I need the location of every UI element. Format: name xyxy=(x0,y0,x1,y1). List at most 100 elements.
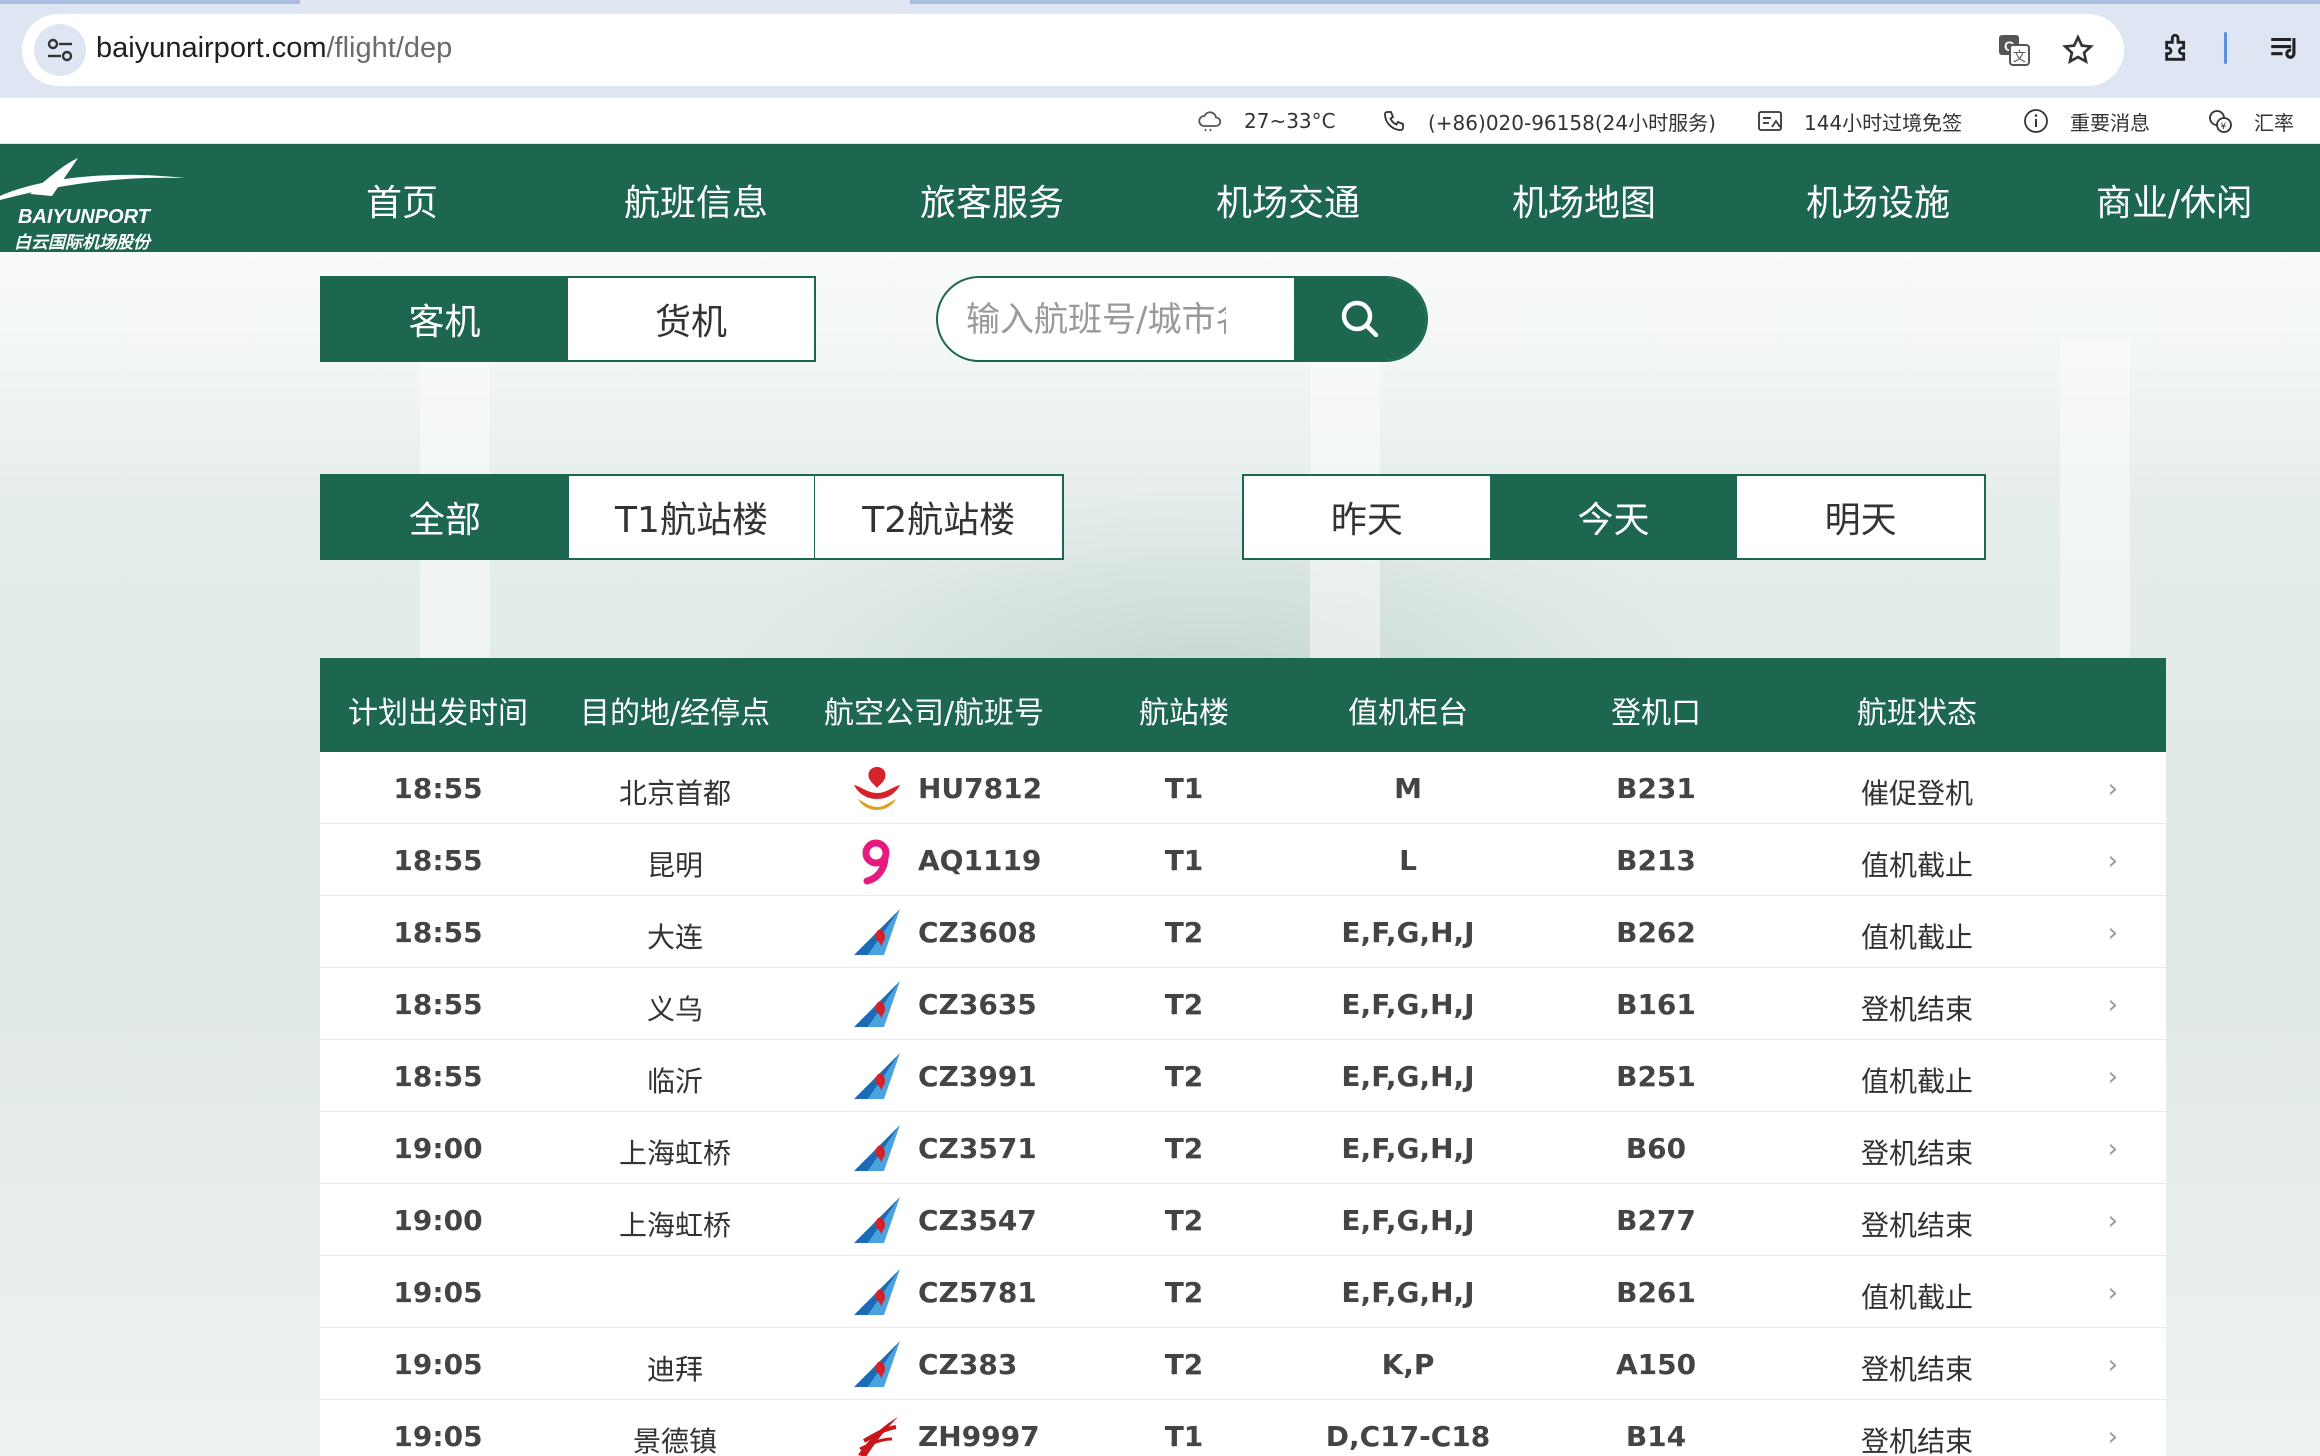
visa-info[interactable]: 144小时过境免签 xyxy=(1756,106,1962,136)
logo-cn-text: 白云国际机场股份 xyxy=(14,233,150,253)
aircraft-type-toggle: 客机 货机 xyxy=(320,276,816,362)
cell-flight-status: 值机截止 xyxy=(1860,1281,1974,1314)
cell-airline-flight: CZ383 xyxy=(850,1338,1017,1390)
info-icon xyxy=(2022,107,2050,135)
search-button[interactable] xyxy=(1294,278,1426,360)
cell-time: 19:00 xyxy=(393,1204,483,1237)
nav-item-home[interactable]: 首页 xyxy=(366,174,438,226)
weather-info[interactable]: 27~33°C xyxy=(1196,106,1336,136)
header-terminal: 航站楼 xyxy=(1139,696,1229,731)
address-bar[interactable]: baiyunairport.com/flight/dep G文 xyxy=(22,14,2124,86)
logo-en-text: BAIYUNPORT xyxy=(18,206,150,228)
tab-today[interactable]: 今天 xyxy=(1490,476,1738,558)
cell-airline-flight: CZ3991 xyxy=(850,1050,1037,1102)
cell-time: 19:05 xyxy=(393,1276,483,1309)
nav-item-commerce[interactable]: 商业/休闲 xyxy=(2096,174,2252,226)
tab-terminal-all[interactable]: 全部 xyxy=(322,476,569,558)
flight-number: CZ3547 xyxy=(918,1203,1037,1237)
csair-airline-logo-icon xyxy=(850,1267,904,1317)
flight-number: CZ383 xyxy=(918,1347,1018,1381)
chevron-right-icon[interactable]: › xyxy=(2108,1350,2118,1380)
table-body: 18:55 北京首都 HU7812 T1 M B231 催促登机 › 18:55 昆明 AQ1119… xyxy=(320,752,2166,1456)
cell-destination: 上海虹桥 xyxy=(618,1209,732,1242)
extensions-icon[interactable] xyxy=(2158,28,2198,68)
exchange-info[interactable]: ¥ 汇率 xyxy=(2206,106,2294,136)
cell-checkin-counter: M xyxy=(1394,772,1422,805)
chevron-right-icon[interactable]: › xyxy=(2108,1278,2118,1308)
cell-flight-status: 值机截止 xyxy=(1860,921,1974,954)
chevron-right-icon[interactable]: › xyxy=(2108,1134,2118,1164)
cell-gate: B161 xyxy=(1616,988,1696,1021)
cell-destination: 北京首都 xyxy=(618,777,732,810)
logo-swoosh-icon xyxy=(0,158,185,200)
nav-item-facilities[interactable]: 机场设施 xyxy=(1806,174,1950,226)
cell-destination: 义乌 xyxy=(646,993,704,1026)
nav-item-transport[interactable]: 机场交通 xyxy=(1216,174,1360,226)
nav-item-passenger-service[interactable]: 旅客服务 xyxy=(920,174,1064,226)
nav-item-flight-info[interactable]: 航班信息 xyxy=(624,174,768,226)
header-flight-status: 航班状态 xyxy=(1857,696,1977,731)
cell-destination: 景德镇 xyxy=(632,1425,718,1456)
flight-number: HU7812 xyxy=(918,771,1043,805)
cell-flight-status: 登机结束 xyxy=(1860,1137,1974,1170)
cell-flight-status: 登机结束 xyxy=(1860,1209,1974,1242)
nav-item-airport-map[interactable]: 机场地图 xyxy=(1512,174,1656,226)
table-header: 计划出发时间 目的地/经停点 航空公司/航班号 航站楼 值机柜台 登机口 航班状… xyxy=(320,658,2166,752)
cell-airline-flight: HU7812 xyxy=(850,762,1042,814)
chevron-right-icon[interactable]: › xyxy=(2108,990,2118,1020)
cell-terminal: T2 xyxy=(1164,1060,1204,1093)
cell-checkin-counter: E,F,G,H,J xyxy=(1341,916,1475,949)
svg-text:文: 文 xyxy=(2013,50,2026,65)
phone-info[interactable]: (+86)020-96158(24小时服务) xyxy=(1380,106,1716,136)
tab-cargo[interactable]: 货机 xyxy=(568,278,814,360)
tab-strip-right xyxy=(910,0,2320,4)
tab-tomorrow[interactable]: 明天 xyxy=(1737,476,1985,558)
chevron-right-icon[interactable]: › xyxy=(2108,774,2118,804)
table-row[interactable]: 19:05 CZ5781 T2 E,F,G,H,J B261 值机截止 › xyxy=(320,1256,2166,1328)
table-row[interactable]: 19:00 上海虹桥 CZ3571 T2 E,F,G,H,J B60 登机结束 › xyxy=(320,1112,2166,1184)
table-row[interactable]: 18:55 临沂 CZ3991 T2 E,F,G,H,J B251 值机截止 › xyxy=(320,1040,2166,1112)
notice-info[interactable]: 重要消息 xyxy=(2022,106,2150,136)
cell-terminal: T2 xyxy=(1164,988,1204,1021)
cell-flight-status: 登机结束 xyxy=(1860,993,1974,1026)
table-row[interactable]: 19:05 景德镇 ZH9997 T1 D,C17-C18 B14 登机结束 › xyxy=(320,1400,2166,1456)
search-input[interactable] xyxy=(966,296,1226,344)
site-info-icon[interactable] xyxy=(34,24,86,76)
table-row[interactable]: 18:55 义乌 CZ3635 T2 E,F,G,H,J B161 登机结束 › xyxy=(320,968,2166,1040)
background-pillar xyxy=(2060,340,2130,660)
cell-terminal: T2 xyxy=(1164,916,1204,949)
flight-search-box xyxy=(936,276,1428,362)
chevron-right-icon[interactable]: › xyxy=(2108,1062,2118,1092)
cell-airline-flight: CZ3608 xyxy=(850,906,1037,958)
url-text[interactable]: baiyunairport.com/flight/dep xyxy=(96,32,452,65)
tab-terminal-t1[interactable]: T1航站楼 xyxy=(568,476,816,558)
table-row[interactable]: 19:05 迪拜 CZ383 T2 K,P A150 登机结束 › xyxy=(320,1328,2166,1400)
tab-strip-left xyxy=(0,0,300,4)
table-row[interactable]: 18:55 大连 CZ3608 T2 E,F,G,H,J B262 值机截止 › xyxy=(320,896,2166,968)
table-row[interactable]: 18:55 北京首都 HU7812 T1 M B231 催促登机 › xyxy=(320,752,2166,824)
translate-icon[interactable]: G文 xyxy=(1996,32,2032,68)
table-row[interactable]: 19:00 上海虹桥 CZ3547 T2 E,F,G,H,J B277 登机结束 › xyxy=(320,1184,2166,1256)
chevron-right-icon[interactable]: › xyxy=(2108,846,2118,876)
chevron-right-icon[interactable]: › xyxy=(2108,1422,2118,1452)
cell-terminal: T1 xyxy=(1164,772,1204,805)
exchange-icon: ¥ xyxy=(2206,107,2234,135)
csair-airline-logo-icon xyxy=(850,1195,904,1245)
cell-flight-status: 登机结束 xyxy=(1860,1425,1974,1456)
cell-destination: 昆明 xyxy=(646,849,704,882)
chevron-right-icon[interactable]: › xyxy=(2108,918,2118,948)
bookmark-star-icon[interactable] xyxy=(2060,32,2096,68)
chevron-right-icon[interactable]: › xyxy=(2108,1206,2118,1236)
visa-icon xyxy=(1756,107,1784,135)
cell-gate: B60 xyxy=(1625,1132,1687,1165)
svg-text:¥: ¥ xyxy=(2221,122,2227,132)
tab-yesterday[interactable]: 昨天 xyxy=(1244,476,1491,558)
cell-terminal: T2 xyxy=(1164,1276,1204,1309)
baiyunport-logo[interactable]: BAIYUNPORT 白云国际机场股份 xyxy=(0,156,190,253)
tab-terminal-t2[interactable]: T2航站楼 xyxy=(815,476,1063,558)
table-row[interactable]: 18:55 昆明 AQ1119 T1 L B213 值机截止 › xyxy=(320,824,2166,896)
hainan-airline-logo-icon xyxy=(850,763,904,813)
tab-passenger[interactable]: 客机 xyxy=(322,278,568,360)
reading-list-icon[interactable] xyxy=(2264,28,2304,68)
cell-gate: B261 xyxy=(1616,1276,1696,1309)
